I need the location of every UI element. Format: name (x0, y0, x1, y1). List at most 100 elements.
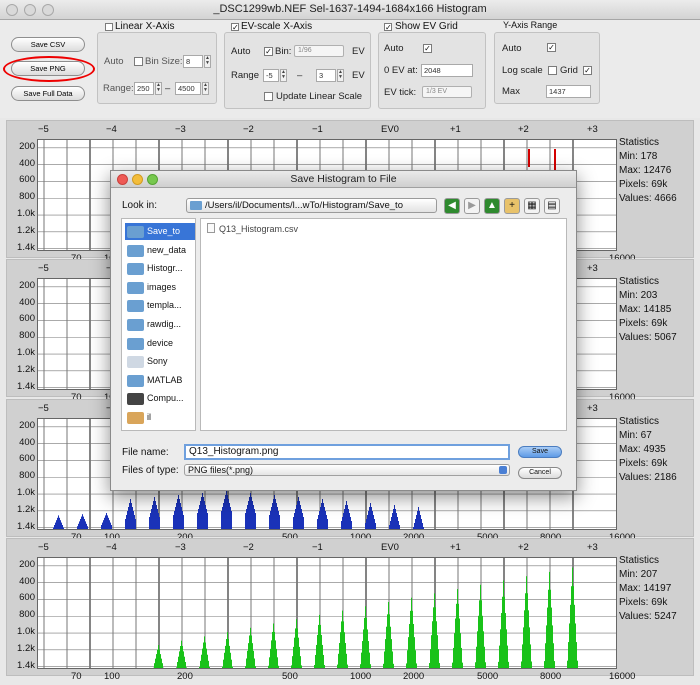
linear-range-min-stepper[interactable]: ▲ ▼ (155, 82, 162, 95)
sidebar-item[interactable]: MATLAB (125, 372, 195, 389)
histogram-bar (297, 501, 298, 529)
bin-size-field[interactable]: 8 (183, 55, 203, 68)
look-in-combo[interactable]: /Users/il/Documents/l...wTo/Histogram/Sa… (186, 198, 437, 213)
linear-range-max-field[interactable]: 4500 (175, 82, 201, 95)
sidebar-item-label: device (147, 337, 174, 348)
ev-range-min-field[interactable]: -5 (263, 69, 279, 82)
x-tick-label: 70 (71, 671, 82, 682)
histogram-bar (293, 646, 294, 668)
file-name-input[interactable]: Q13_Histogram.png (184, 444, 510, 460)
y-tick-label: 1.2k (17, 642, 35, 654)
histogram-bar (522, 644, 523, 668)
y-tick-label: 800 (19, 470, 35, 482)
cancel-button[interactable]: Cancel (518, 467, 562, 479)
back-icon[interactable]: ◀ (444, 198, 460, 214)
histogram-bar (524, 610, 525, 668)
ev-x-axis-checkbox[interactable]: ✓ (231, 23, 239, 32)
sidebar-item[interactable]: rawdig... (125, 316, 195, 333)
ev-grid-auto-checkbox[interactable]: ✓ (423, 44, 432, 53)
histogram-bar (390, 521, 391, 529)
histogram-bar (476, 646, 477, 668)
histogram-bar (56, 520, 57, 529)
file-list: Q13_Histogram.csv (200, 218, 567, 431)
stat-pixels: Pixels: 69k (619, 597, 668, 608)
sidebar-item-label: images (147, 281, 177, 292)
stat-values: Values: 5067 (619, 332, 677, 343)
sidebar-item[interactable]: Compu... (125, 390, 195, 407)
sidebar-item[interactable]: images (125, 279, 195, 296)
save-full-data-button[interactable]: Save Full Data (11, 86, 85, 101)
histogram-bar (205, 642, 206, 668)
histogram-bar (198, 509, 199, 529)
histogram-bar (81, 516, 82, 529)
sidebar-item[interactable]: Sony (125, 353, 195, 370)
window-titlebar: _DSC1299wb.NEF Sel-1637-1494-1684x166 Hi… (0, 0, 700, 20)
file-list-item[interactable]: Q13_Histogram.csv (207, 223, 298, 234)
ev-bin-select[interactable]: 1/96 (294, 45, 344, 57)
histogram-bar (423, 527, 424, 529)
update-linear-checkbox[interactable] (264, 92, 273, 101)
bin-size-checkbox[interactable] (134, 57, 143, 66)
sidebar-item[interactable]: device (125, 335, 195, 352)
histogram-bar (209, 666, 210, 668)
histogram-bar (182, 646, 183, 668)
histogram-bar (163, 667, 164, 668)
ev-range-max-field[interactable]: 3 (316, 69, 336, 82)
y-tick-label: 200 (19, 140, 35, 152)
histogram-bar (186, 667, 187, 668)
forward-icon[interactable]: ▶ (464, 198, 480, 214)
folder-icon (127, 244, 144, 257)
log-scale-checkbox[interactable] (548, 66, 557, 75)
y-tick-label: 1.4k (17, 520, 35, 532)
histogram-bar (247, 505, 248, 529)
new-folder-icon[interactable]: + (504, 198, 520, 214)
sidebar-item[interactable]: il (125, 409, 195, 426)
histogram-bar (58, 515, 59, 529)
linear-range-max-stepper[interactable]: ▲ ▼ (202, 82, 209, 95)
list-view-icon[interactable]: ▦ (524, 198, 540, 214)
histogram-bar (480, 584, 481, 668)
linear-range-min-field[interactable]: 250 (134, 82, 154, 95)
ev-tick-select[interactable]: 1/3 EV (422, 86, 472, 98)
histogram-bar (507, 645, 508, 668)
histogram-bar (158, 645, 159, 668)
histogram-bar (459, 618, 460, 668)
bin-size-stepper[interactable]: ▲ ▼ (204, 55, 211, 68)
y-auto-checkbox[interactable]: ✓ (547, 43, 556, 52)
files-of-type-select[interactable]: PNG files(*.png) (184, 464, 510, 476)
histogram-bar (252, 501, 253, 529)
sidebar-item[interactable]: new_data (125, 242, 195, 259)
y-tick-label: 400 (19, 296, 35, 308)
save-csv-button[interactable]: Save CSV (11, 37, 85, 52)
ev-bin-checkbox[interactable]: ✓ (264, 47, 273, 56)
ev-range-max-stepper[interactable]: ▲ ▼ (337, 69, 344, 82)
ev0-field[interactable]: 2048 (421, 64, 473, 77)
grid-checkbox[interactable]: ✓ (583, 66, 592, 75)
histogram-bar (347, 664, 348, 668)
sidebar-item[interactable]: templa... (125, 297, 195, 314)
histogram-bar (417, 511, 418, 529)
sidebar-item[interactable]: Save_to (125, 223, 195, 240)
details-view-icon[interactable]: ▤ (544, 198, 560, 214)
histogram-bar (369, 652, 370, 668)
x-tick-label: 8000 (540, 671, 562, 682)
linear-x-axis-checkbox[interactable] (105, 23, 113, 31)
histogram-bar (248, 643, 249, 668)
histogram-bar (364, 617, 365, 668)
up-folder-icon[interactable]: ▲ (484, 198, 500, 214)
histogram-bar (392, 651, 393, 668)
save-button[interactable]: Save (518, 446, 562, 458)
ev-range-min-stepper[interactable]: ▲ ▼ (280, 69, 287, 82)
ev-tick-label: −5 (38, 124, 49, 135)
histogram-bar (411, 597, 412, 668)
histogram-bar (385, 639, 386, 668)
histogram-bar (82, 514, 83, 529)
sidebar-item-label: new_data (147, 244, 187, 255)
histogram-bar (199, 666, 200, 668)
show-ev-grid-checkbox[interactable]: ✓ (384, 23, 392, 32)
y-max-field[interactable]: 1437 (546, 85, 591, 98)
histogram-bar (255, 513, 256, 529)
histogram-bar (224, 499, 225, 529)
sidebar-item[interactable]: Histogr... (125, 260, 195, 277)
folder-icon (190, 201, 202, 210)
